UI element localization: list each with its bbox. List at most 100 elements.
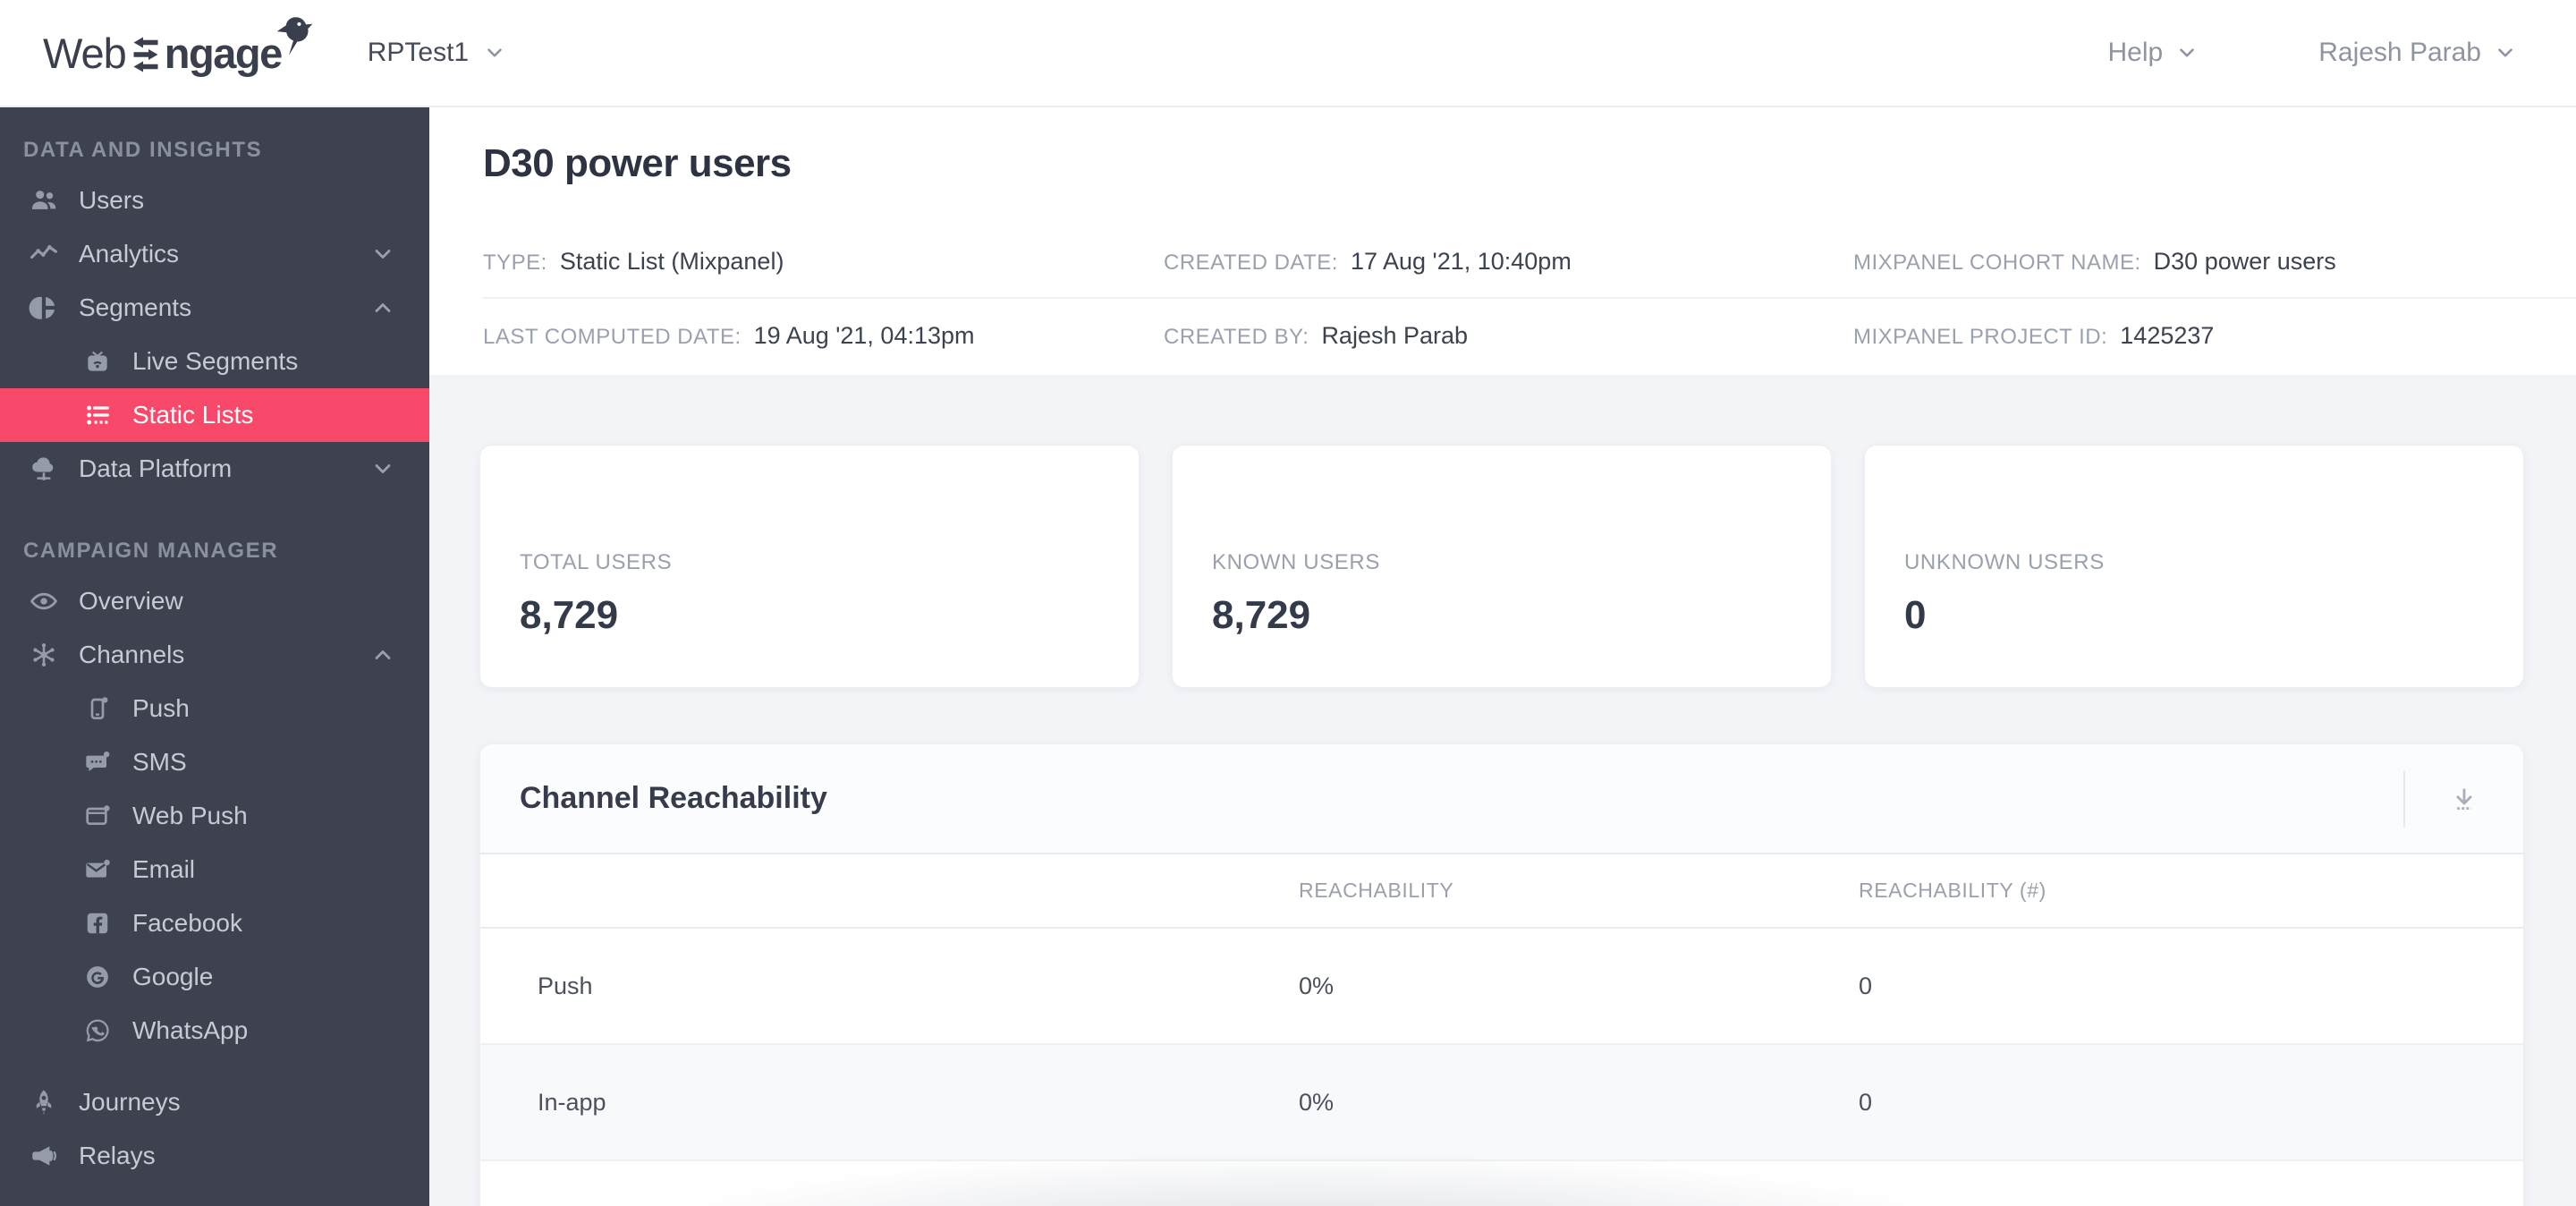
chevron-down-icon: [370, 242, 395, 267]
reachability-count: 0: [1859, 972, 1873, 999]
logo-bird-icon: [267, 11, 318, 65]
reachability-percent: 0%: [1299, 972, 1335, 999]
sidebar-item-users[interactable]: Users: [0, 174, 429, 227]
whatsapp-icon: [77, 1017, 118, 1044]
chevron-down-icon: [370, 456, 395, 481]
main-content: D30 power users TYPE: Static List (Mixpa…: [429, 107, 2576, 1206]
channel-name: In-app: [538, 1088, 606, 1116]
sidebar-item-sms[interactable]: SMS: [0, 735, 429, 789]
meta-created-date: CREATED DATE: 17 Aug '21, 10:40pm: [1164, 248, 1853, 276]
logo-e-arrows-icon: [130, 36, 162, 73]
reachability-percent: 0%: [1299, 1088, 1335, 1116]
channel-reachability-panel: Channel Reachability REACHABILITY REACHA…: [479, 743, 2524, 1206]
sidebar-item-label: Channels: [79, 641, 185, 668]
channel-reachability-header: Channel Reachability: [480, 744, 2523, 854]
page-title: D30 power users: [483, 141, 792, 185]
sidebar-item-label: Email: [132, 855, 196, 883]
webengage-logo[interactable]: Web ngage: [43, 16, 313, 78]
topbar: Web ngage RPTest1 Help Rajesh Parab: [0, 0, 2576, 107]
sidebar-item-label: Data Platform: [79, 454, 233, 482]
unknown-users-card: UNKNOWN USERS 0: [1864, 445, 2524, 688]
facebook-icon: [77, 910, 118, 937]
sidebar-item-label: Relays: [79, 1142, 156, 1169]
sidebar-item-label: Push: [132, 694, 190, 722]
data-platform-icon: [23, 454, 64, 484]
google-icon: [77, 964, 118, 990]
project-selector-dropdown[interactable]: RPTest1: [368, 38, 506, 68]
meta-label: CREATED DATE:: [1164, 250, 1338, 275]
sidebar-item-whatsapp[interactable]: WhatsApp: [0, 1004, 429, 1057]
push-channel-icon: [77, 694, 118, 723]
header-divider: [2403, 769, 2405, 828]
chevron-up-icon: [370, 295, 395, 320]
channel-name: Push: [538, 972, 593, 999]
chevron-up-icon: [370, 642, 395, 667]
sidebar-item-label: Static Lists: [132, 401, 254, 429]
sidebar-item-push[interactable]: Push: [0, 682, 429, 735]
total-users-card: TOTAL USERS 8,729: [479, 445, 1140, 688]
meta-last-computed-date: LAST COMPUTED DATE: 19 Aug '21, 04:13pm: [483, 322, 1164, 350]
logo-text-web: Web: [43, 29, 127, 77]
meta-mixpanel-project-id: MIXPANEL PROJECT ID: 1425237: [1853, 322, 2576, 350]
list-body: TOTAL USERS 8,729 KNOWN USERS 8,729 UNKN…: [429, 375, 2576, 1206]
sidebar-item-live-segments[interactable]: Live Segments: [0, 335, 429, 388]
meta-value: 17 Aug '21, 10:40pm: [1350, 247, 1572, 275]
sidebar-item-journeys[interactable]: Journeys: [0, 1075, 429, 1129]
project-selector-label: RPTest1: [367, 38, 470, 67]
help-label: Help: [2107, 38, 2164, 67]
meta-mixpanel-cohort-name: MIXPANEL COHORT NAME: D30 power users: [1853, 248, 2576, 276]
megaphone-icon: [23, 1141, 64, 1171]
segments-icon: [23, 293, 64, 323]
meta-value: 19 Aug '21, 04:13pm: [753, 321, 975, 349]
sidebar-item-email[interactable]: Email: [0, 843, 429, 896]
sidebar-item-relays[interactable]: Relays: [0, 1129, 429, 1183]
sidebar-item-channels[interactable]: Channels: [0, 628, 429, 682]
sidebar-item-label: WhatsApp: [132, 1016, 249, 1044]
web-push-channel-icon: [77, 802, 118, 830]
reachability-row-push: Push 0% 0: [480, 929, 2523, 1045]
meta-label: TYPE:: [483, 250, 547, 275]
sidebar-section-data-and-insights: DATA AND INSIGHTS: [23, 138, 263, 162]
sidebar-item-data-platform[interactable]: Data Platform: [0, 442, 429, 496]
sidebar-item-overview[interactable]: Overview: [0, 574, 429, 628]
sidebar: DATA AND INSIGHTS Users Analytics Segmen…: [0, 107, 429, 1206]
sidebar-item-analytics[interactable]: Analytics: [0, 227, 429, 281]
list-meta: TYPE: Static List (Mixpanel) CREATED DAT…: [483, 225, 2576, 372]
sidebar-item-label: Analytics: [79, 240, 180, 268]
meta-value: Static List (Mixpanel): [559, 247, 784, 275]
user-name-label: Rajesh Parab: [2318, 38, 2481, 67]
reachability-count: 0: [1859, 1088, 1873, 1116]
logo-text-ngage: ngage: [164, 29, 283, 77]
sidebar-item-label: Google: [132, 963, 214, 990]
sidebar-item-google[interactable]: Google: [0, 950, 429, 1004]
meta-value: Rajesh Parab: [1321, 321, 1469, 349]
sidebar-section-campaign-manager: CAMPAIGN MANAGER: [23, 539, 279, 563]
sidebar-item-label: SMS: [132, 748, 187, 776]
sidebar-item-segments[interactable]: Segments: [0, 281, 429, 335]
download-icon: [2456, 788, 2472, 810]
chevron-down-icon: [2175, 41, 2199, 64]
sidebar-item-web-push[interactable]: Web Push: [0, 789, 429, 843]
stat-card-label: KNOWN USERS: [1212, 550, 1380, 574]
known-users-card: KNOWN USERS 8,729: [1172, 445, 1832, 688]
sidebar-item-label: Web Push: [132, 802, 248, 829]
stat-card-value: 8,729: [1212, 593, 1311, 637]
sidebar-item-label: Live Segments: [132, 347, 299, 375]
meta-created-by: CREATED BY: Rajesh Parab: [1164, 322, 1853, 350]
email-channel-icon: [77, 855, 118, 884]
user-account-dropdown[interactable]: Rajesh Parab: [2318, 38, 2517, 68]
meta-value: D30 power users: [2153, 247, 2336, 275]
download-button[interactable]: [2441, 776, 2487, 822]
chevron-down-icon: [2494, 41, 2517, 64]
reachability-table-header: REACHABILITY REACHABILITY (#): [480, 854, 2523, 929]
help-dropdown[interactable]: Help: [2108, 38, 2199, 68]
sidebar-item-static-lists[interactable]: Static Lists: [0, 388, 429, 442]
stat-card-label: TOTAL USERS: [520, 550, 673, 574]
column-reachability-count: REACHABILITY (#): [1859, 879, 2046, 902]
stat-card-value: 8,729: [520, 593, 619, 637]
meta-label: CREATED BY:: [1164, 324, 1309, 349]
stat-cards: TOTAL USERS 8,729 KNOWN USERS 8,729 UNKN…: [479, 445, 2576, 688]
sidebar-item-facebook[interactable]: Facebook: [0, 896, 429, 950]
sidebar-item-label: Users: [79, 186, 145, 214]
meta-row: LAST COMPUTED DATE: 19 Aug '21, 04:13pm …: [483, 297, 2576, 372]
